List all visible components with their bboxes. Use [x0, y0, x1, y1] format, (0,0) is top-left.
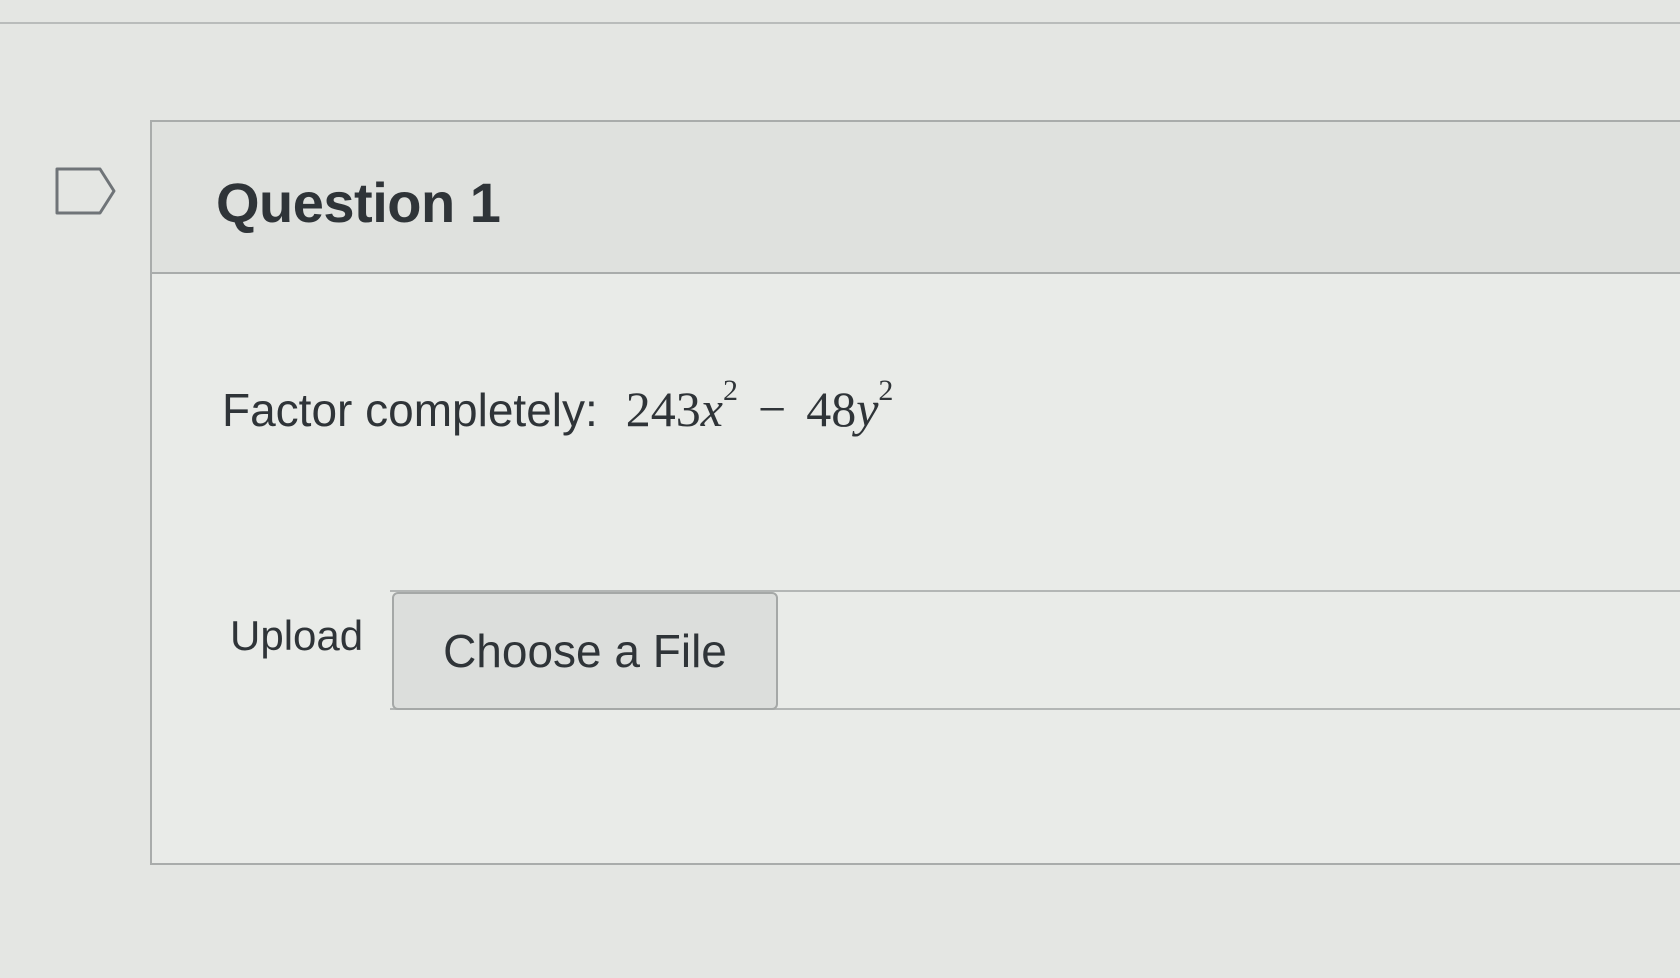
top-divider — [0, 22, 1680, 24]
coefficient-1: 243 — [625, 381, 701, 437]
question-card: Question 1 Factor completely: 243x2−48y2… — [150, 120, 1680, 865]
upload-label: Upload — [230, 612, 364, 659]
variable-2: y — [856, 381, 879, 437]
coefficient-2: 48 — [806, 381, 857, 437]
exponent-2: 2 — [878, 374, 894, 407]
question-title: Question 1 — [216, 171, 501, 234]
question-header: Question 1 — [152, 122, 1680, 274]
minus-operator: − — [758, 381, 787, 437]
math-expression: 243x2−48y2 — [625, 376, 894, 438]
exponent-1: 2 — [723, 374, 738, 407]
variable-1: x — [700, 381, 723, 437]
question-prompt: Factor completely: 243x2−48y2 — [222, 376, 894, 438]
flag-question-icon[interactable] — [54, 166, 118, 216]
choose-file-button[interactable]: Choose a File — [392, 592, 778, 710]
prompt-label: Factor completely: — [222, 384, 598, 436]
